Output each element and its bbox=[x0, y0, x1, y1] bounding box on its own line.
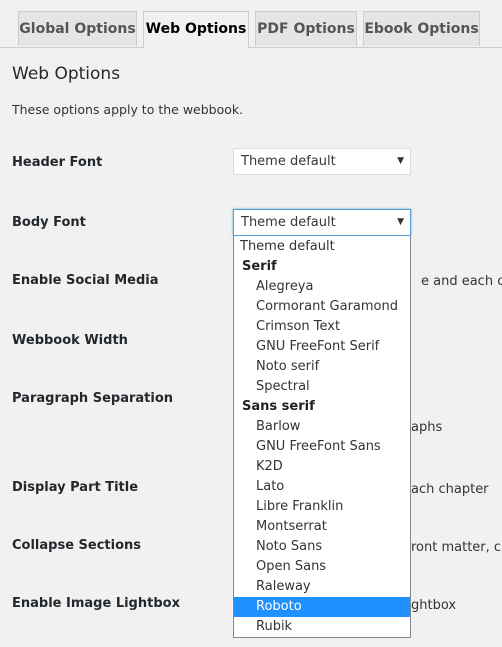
option-raleway[interactable]: Raleway bbox=[234, 577, 410, 597]
tab-global-options[interactable]: Global Options bbox=[18, 11, 137, 46]
body-font-select[interactable]: Theme default ▼ bbox=[233, 209, 411, 236]
paragraph-separation-description: aphs bbox=[411, 420, 443, 435]
header-font-select[interactable]: Theme default ▼ bbox=[233, 148, 411, 175]
option-noto-sans[interactable]: Noto Sans bbox=[234, 537, 410, 557]
option-lato[interactable]: Lato bbox=[234, 477, 410, 497]
collapse-sections-label: Collapse Sections bbox=[12, 538, 142, 553]
option-gnu-freefont-sans[interactable]: GNU FreeFont Sans bbox=[234, 437, 410, 457]
option-noto-serif[interactable]: Noto serif bbox=[234, 357, 410, 377]
optgroup-sans-serif: Sans serif bbox=[242, 399, 315, 414]
tab-ebook-options[interactable]: Ebook Options bbox=[363, 11, 480, 46]
image-lightbox-description: ghtbox bbox=[411, 598, 457, 613]
settings-tabs: Global Options Web Options PDF Options E… bbox=[0, 0, 502, 48]
enable-image-lightbox-label: Enable Image Lightbox bbox=[12, 596, 180, 611]
body-font-label: Body Font bbox=[12, 215, 86, 230]
option-k2d[interactable]: K2D bbox=[234, 457, 410, 477]
page-title: Web Options bbox=[12, 64, 121, 84]
part-title-description: ach chapter bbox=[411, 482, 489, 497]
option-spectral[interactable]: Spectral bbox=[234, 377, 410, 397]
collapse-sections-description: ront matter, cha bbox=[411, 540, 502, 555]
option-libre-franklin[interactable]: Libre Franklin bbox=[234, 497, 410, 517]
option-cormorant-garamond[interactable]: Cormorant Garamond bbox=[234, 297, 410, 317]
optgroup-serif: Serif bbox=[242, 259, 277, 274]
option-barlow[interactable]: Barlow bbox=[234, 417, 410, 437]
option-alegreya[interactable]: Alegreya bbox=[234, 277, 410, 297]
option-open-sans[interactable]: Open Sans bbox=[234, 557, 410, 577]
social-media-description: e and each cha bbox=[421, 274, 502, 289]
display-part-title-label: Display Part Title bbox=[12, 480, 139, 495]
header-font-value: Theme default bbox=[241, 154, 336, 169]
enable-social-media-label: Enable Social Media bbox=[12, 273, 159, 288]
chevron-down-icon: ▼ bbox=[397, 217, 404, 227]
tab-web-options[interactable]: Web Options bbox=[143, 11, 249, 48]
option-roboto[interactable]: Roboto bbox=[234, 597, 410, 617]
webbook-width-label: Webbook Width bbox=[12, 333, 128, 348]
section-description: These options apply to the webbook. bbox=[12, 102, 244, 117]
tab-pdf-options[interactable]: PDF Options bbox=[255, 11, 357, 46]
option-gnu-freefont-serif[interactable]: GNU FreeFont Serif bbox=[234, 337, 410, 357]
option-montserrat[interactable]: Montserrat bbox=[234, 517, 410, 537]
body-font-dropdown-list: Theme default Serif Alegreya Cormorant G… bbox=[233, 236, 411, 638]
chevron-down-icon: ▼ bbox=[397, 156, 404, 166]
option-crimson-text[interactable]: Crimson Text bbox=[234, 317, 410, 337]
option-theme-default[interactable]: Theme default bbox=[234, 237, 410, 257]
header-font-label: Header Font bbox=[12, 155, 103, 170]
body-font-value: Theme default bbox=[241, 215, 336, 230]
paragraph-separation-label: Paragraph Separation bbox=[12, 391, 174, 406]
option-rubik[interactable]: Rubik bbox=[234, 617, 410, 637]
